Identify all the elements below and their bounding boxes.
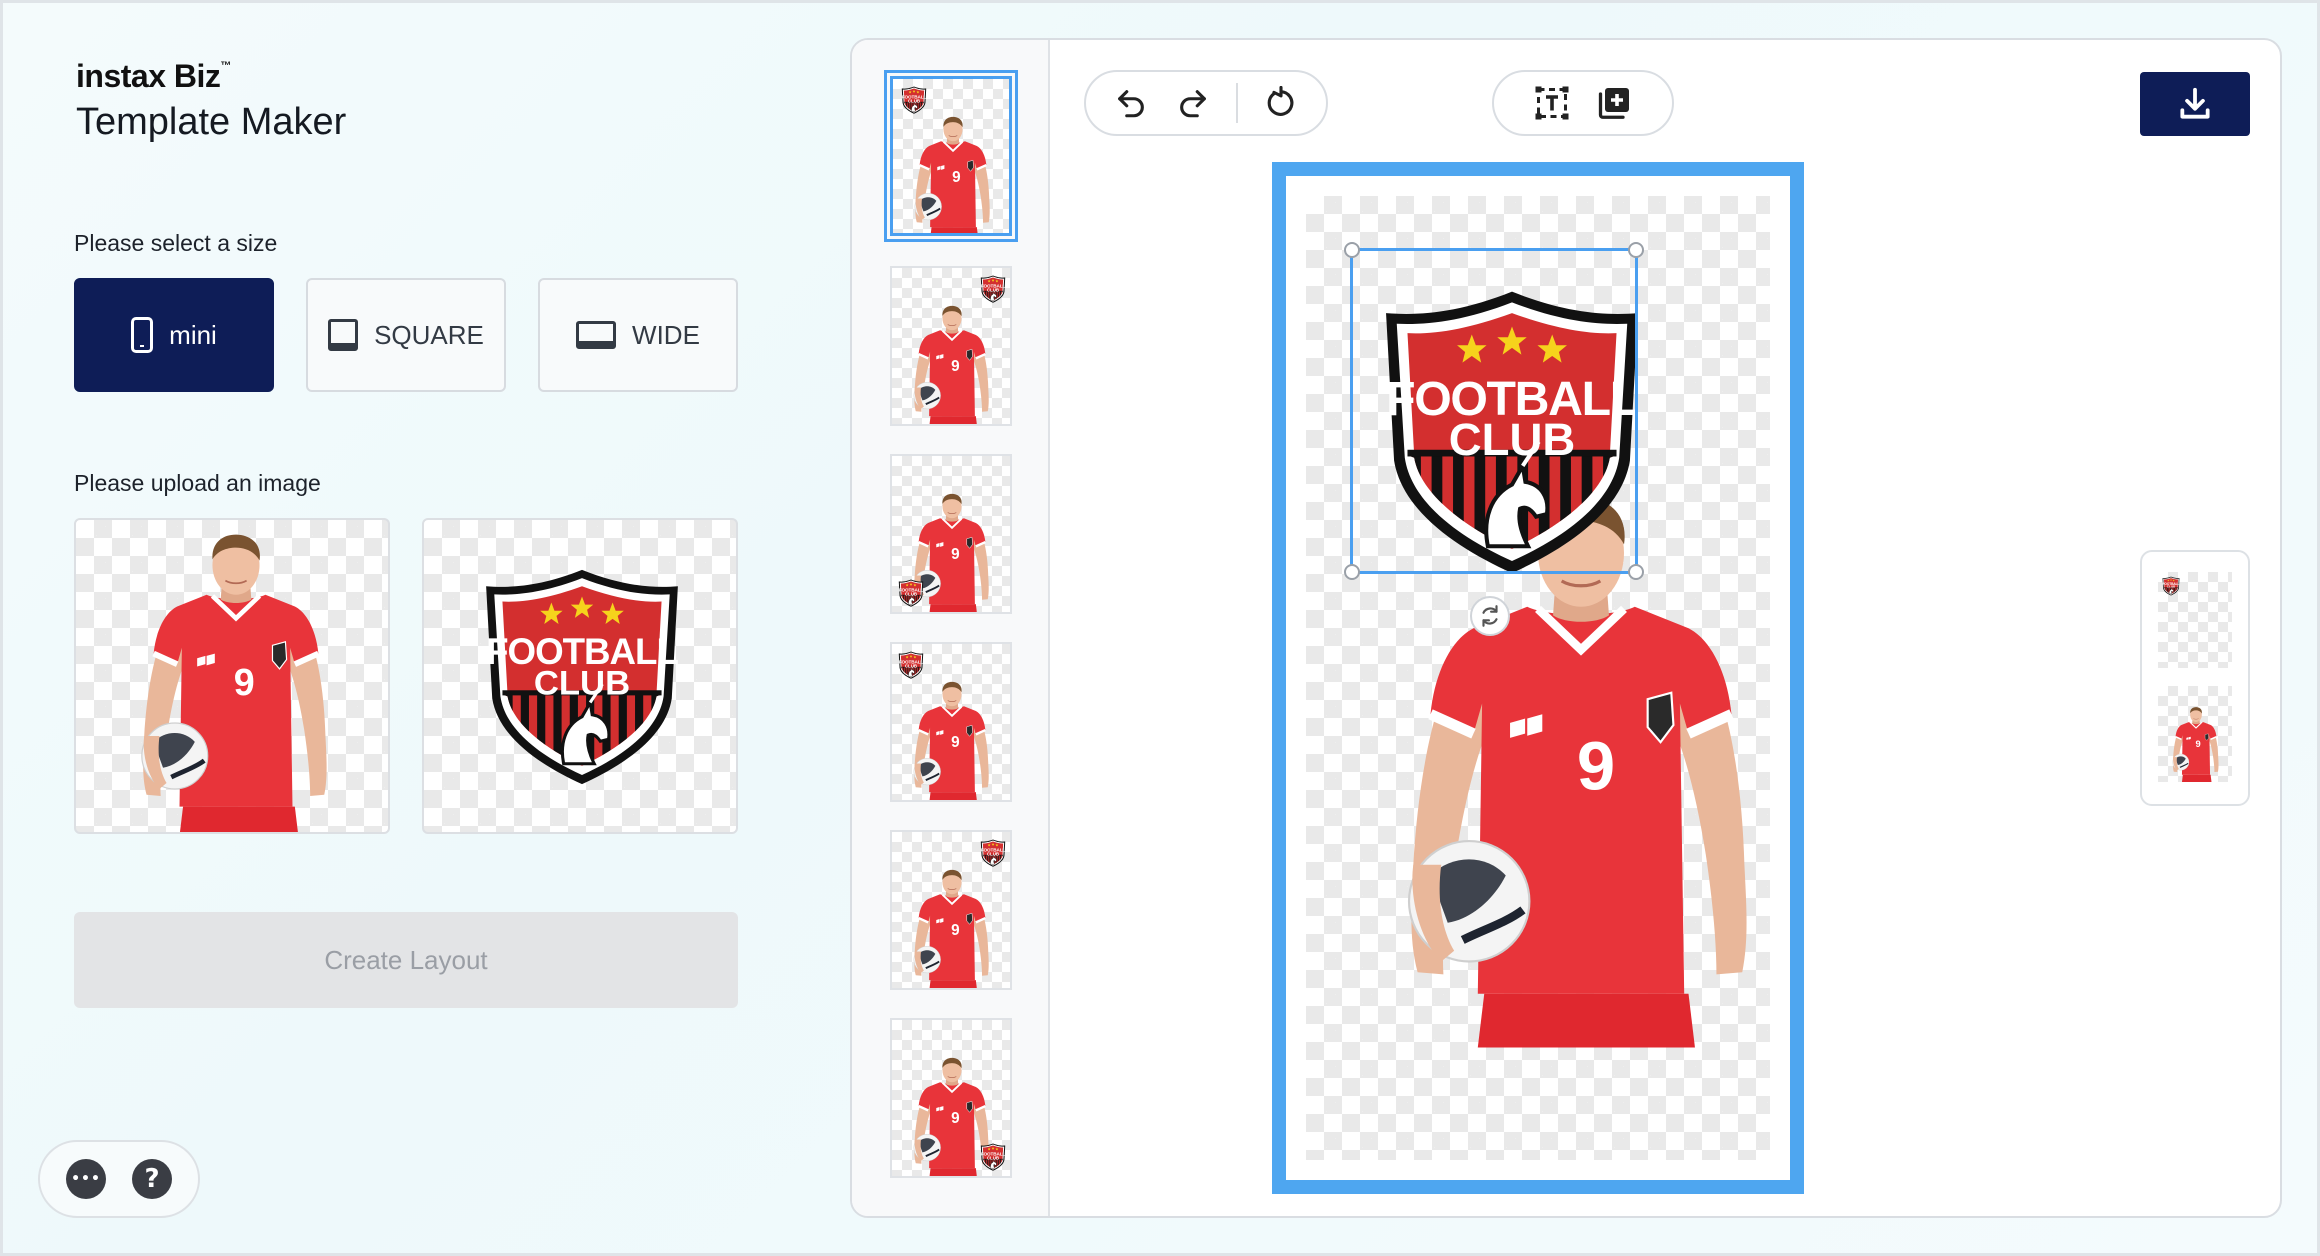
layout-thumbnail-3[interactable] [890, 454, 1012, 614]
reset-icon[interactable] [1262, 84, 1300, 122]
thumbnail-preview [912, 268, 1012, 424]
history-toolbar [1084, 70, 1328, 136]
layout-thumbnail-2[interactable] [890, 266, 1012, 426]
download-button[interactable] [2140, 72, 2250, 136]
redo-icon[interactable] [1174, 84, 1212, 122]
layers-panel [2140, 550, 2250, 806]
create-layout-button[interactable]: Create Layout [74, 912, 738, 1008]
rotate-icon [1477, 603, 1503, 629]
layer-preview [2171, 706, 2220, 782]
resize-handle-bottom-left[interactable] [1344, 564, 1360, 580]
size-option-label: mini [169, 319, 217, 350]
size-option-mini[interactable]: mini [74, 278, 274, 392]
app-title: Template Maker [76, 101, 347, 143]
size-option-label: SQUARE [374, 319, 484, 350]
thumbnail-preview [893, 79, 991, 233]
uploaded-player-image[interactable] [74, 518, 390, 834]
question-icon: ? [144, 1164, 160, 1194]
size-option-square[interactable]: SQUARE [306, 278, 506, 392]
add-text-icon[interactable] [1533, 84, 1571, 122]
insert-toolbar [1492, 70, 1674, 136]
size-option-label: WIDE [632, 319, 700, 350]
rotate-handle[interactable] [1470, 596, 1510, 636]
thumbnail-preview [892, 644, 990, 800]
selection-box[interactable] [1344, 242, 1644, 580]
wide-icon [576, 321, 617, 349]
layout-thumbnail-1[interactable] [884, 70, 1018, 242]
player-image [76, 520, 390, 834]
more-options-button[interactable]: ••• [66, 1159, 106, 1199]
trademark: ™ [220, 60, 231, 72]
layout-thumbnail-list [852, 40, 1050, 1216]
add-image-icon[interactable] [1595, 84, 1633, 122]
canvas[interactable] [1286, 176, 1790, 1180]
brand: instax Biz™ Template Maker [76, 58, 346, 144]
brand-name: instax Biz [76, 58, 221, 94]
layer-logo[interactable] [2158, 572, 2232, 668]
layer-preview [2158, 572, 2232, 668]
thumbnail-preview [912, 832, 1012, 988]
football-club-logo [424, 520, 738, 834]
brand-logo: instax Biz™ [76, 58, 346, 95]
toolbar-divider [1236, 83, 1238, 123]
help-button[interactable]: ? [132, 1159, 172, 1199]
square-icon [328, 319, 359, 351]
uploaded-logo-image[interactable] [422, 518, 738, 834]
resize-handle-bottom-right[interactable] [1628, 564, 1644, 580]
layout-thumbnail-5[interactable] [890, 830, 1012, 990]
layer-player[interactable] [2158, 686, 2232, 782]
size-section-label: Please select a size [74, 230, 278, 256]
editor-panel [850, 38, 2282, 1218]
help-controls: ••• ? [38, 1140, 200, 1218]
more-icon: ••• [71, 1171, 101, 1187]
undo-icon[interactable] [1112, 84, 1150, 122]
thumbnail-preview [912, 1056, 1012, 1176]
download-icon [2176, 85, 2214, 123]
size-option-wide[interactable]: WIDE [538, 278, 738, 392]
canvas-frame [1272, 162, 1804, 1194]
layout-thumbnail-4[interactable] [890, 642, 1012, 802]
layout-thumbnail-6[interactable] [890, 1018, 1012, 1178]
resize-handle-top-left[interactable] [1344, 242, 1360, 258]
upload-section-label: Please upload an image [74, 470, 321, 496]
phone-icon [131, 317, 154, 353]
thumbnail-preview [892, 492, 990, 612]
resize-handle-top-right[interactable] [1628, 242, 1644, 258]
